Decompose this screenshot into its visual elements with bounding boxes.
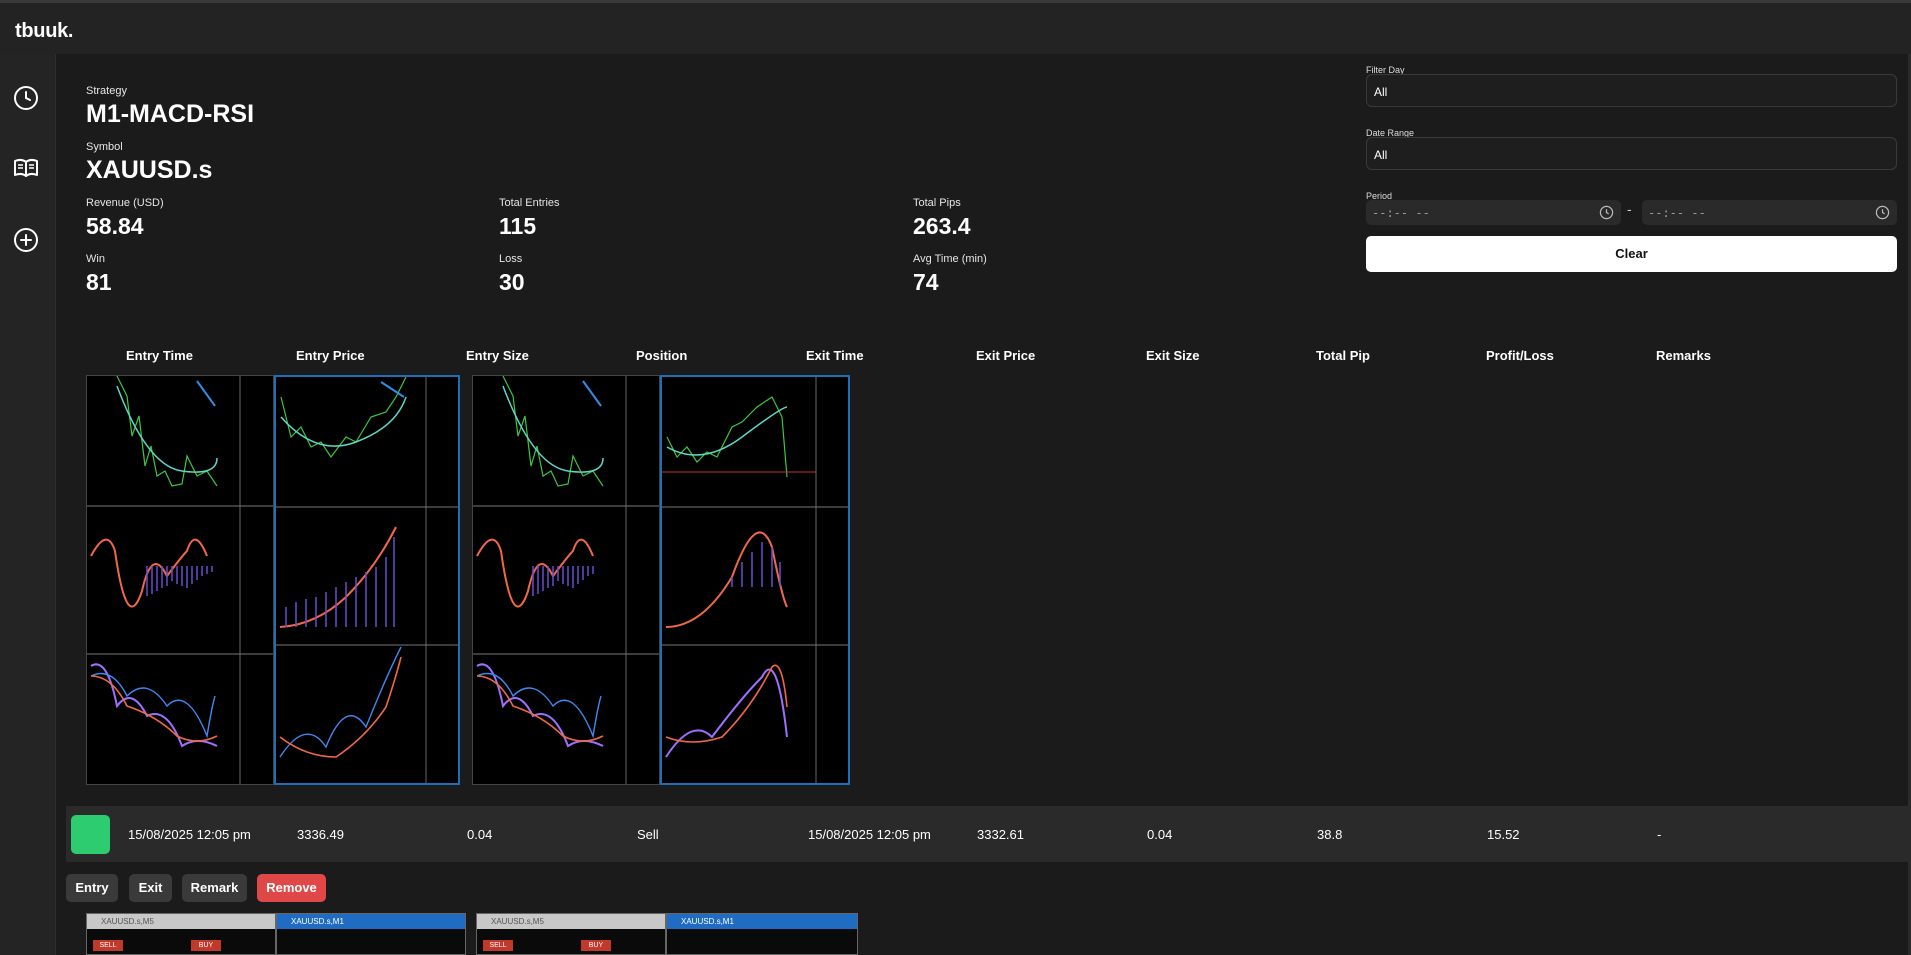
window-title: XAUUSD.s,M1 <box>667 914 857 929</box>
exit-chart-screenshot-m1-2[interactable] <box>660 375 850 785</box>
exit-chart-screenshot-m1[interactable] <box>274 375 460 785</box>
entry-button[interactable]: Entry <box>66 874 118 902</box>
clear-button[interactable]: Clear <box>1366 236 1897 272</box>
status-indicator[interactable] <box>71 815 110 854</box>
revenue-value: 58.84 <box>86 213 144 239</box>
remark-button[interactable]: Remark <box>182 874 247 902</box>
header-exit-time: Exit Time <box>806 348 864 363</box>
header-exit-price: Exit Price <box>976 348 1036 363</box>
period-separator: - <box>1627 201 1632 217</box>
cell-exit-price: 3332.61 <box>977 827 1024 842</box>
cell-profit-loss: 15.52 <box>1487 827 1520 842</box>
cell-position: Sell <box>637 827 659 842</box>
period-start-value: --:-- -- <box>1372 206 1430 220</box>
header-position: Position <box>636 348 688 363</box>
sell-button: SELL <box>483 940 513 951</box>
add-circle-icon[interactable] <box>12 226 40 254</box>
loss-label: Loss <box>499 253 523 265</box>
clock-icon[interactable] <box>1599 205 1614 220</box>
clock-icon[interactable] <box>1875 205 1890 220</box>
header-total-pip: Total Pip <box>1316 348 1370 363</box>
header-entry-price: Entry Price <box>296 348 365 363</box>
total-pips-label: Total Pips <box>913 197 961 209</box>
clock-icon[interactable] <box>12 84 40 112</box>
total-entries-label: Total Entries <box>499 197 560 209</box>
loss-value: 30 <box>499 269 525 295</box>
buy-button: BUY <box>191 940 221 951</box>
window-title: XAUUSD.s,M5 <box>491 917 544 926</box>
header-exit-size: Exit Size <box>1146 348 1200 363</box>
sell-button: SELL <box>93 940 123 951</box>
next-chart-screenshot-2[interactable]: XAUUSD.s,M1 <box>276 913 466 955</box>
avg-time-label: Avg Time (min) <box>913 253 987 265</box>
cell-total-pip: 38.8 <box>1317 827 1343 842</box>
cell-entry-size: 0.04 <box>467 827 493 842</box>
total-entries-value: 115 <box>499 213 537 239</box>
header-entry-size: Entry Size <box>466 348 529 363</box>
header-profit-loss: Profit/Loss <box>1486 348 1554 363</box>
period-end-input[interactable]: --:-- -- <box>1642 200 1897 225</box>
window-title: XAUUSD.s,M5 <box>101 917 154 926</box>
app-logo[interactable]: tbuuk. <box>15 20 74 43</box>
avg-time-value: 74 <box>913 269 939 295</box>
date-range-select[interactable]: All <box>1366 137 1897 170</box>
strategy-label: Strategy <box>86 85 127 97</box>
entry-chart-screenshot-m5[interactable] <box>86 375 274 785</box>
next-chart-screenshot-4[interactable]: XAUUSD.s,M1 <box>666 913 858 955</box>
window-title: XAUUSD.s,M1 <box>277 914 465 929</box>
win-label: Win <box>86 253 105 265</box>
header-entry-time: Entry Time <box>126 348 193 363</box>
symbol-name: XAUUSD.s <box>86 156 213 184</box>
exit-button[interactable]: Exit <box>129 874 172 902</box>
next-chart-screenshot-3[interactable]: XAUUSD.s,M5 SELL BUY <box>476 913 666 955</box>
cell-entry-time: 15/08/2025 12:05 pm <box>128 827 251 842</box>
book-icon[interactable] <box>12 154 40 182</box>
cell-remarks: - <box>1657 827 1662 842</box>
top-bar: tbuuk. <box>0 0 1911 54</box>
header-remarks: Remarks <box>1656 348 1711 363</box>
revenue-label: Revenue (USD) <box>86 197 164 209</box>
symbol-label: Symbol <box>86 141 123 153</box>
cell-entry-price: 3336.49 <box>297 827 344 842</box>
entry-chart-screenshot-m5-2[interactable] <box>472 375 660 785</box>
win-value: 81 <box>86 269 112 295</box>
buy-button: BUY <box>581 940 611 951</box>
sidebar <box>0 54 56 955</box>
cell-exit-size: 0.04 <box>1147 827 1173 842</box>
remove-button[interactable]: Remove <box>257 874 326 902</box>
period-end-value: --:-- -- <box>1648 206 1706 220</box>
filter-day-select[interactable]: All <box>1366 74 1897 107</box>
cell-exit-time: 15/08/2025 12:05 pm <box>808 827 931 842</box>
next-chart-screenshot-1[interactable]: XAUUSD.s,M5 SELL BUY <box>86 913 276 955</box>
period-start-input[interactable]: --:-- -- <box>1366 200 1621 225</box>
total-pips-value: 263.4 <box>913 213 971 239</box>
strategy-name: M1-MACD-RSI <box>86 100 255 128</box>
